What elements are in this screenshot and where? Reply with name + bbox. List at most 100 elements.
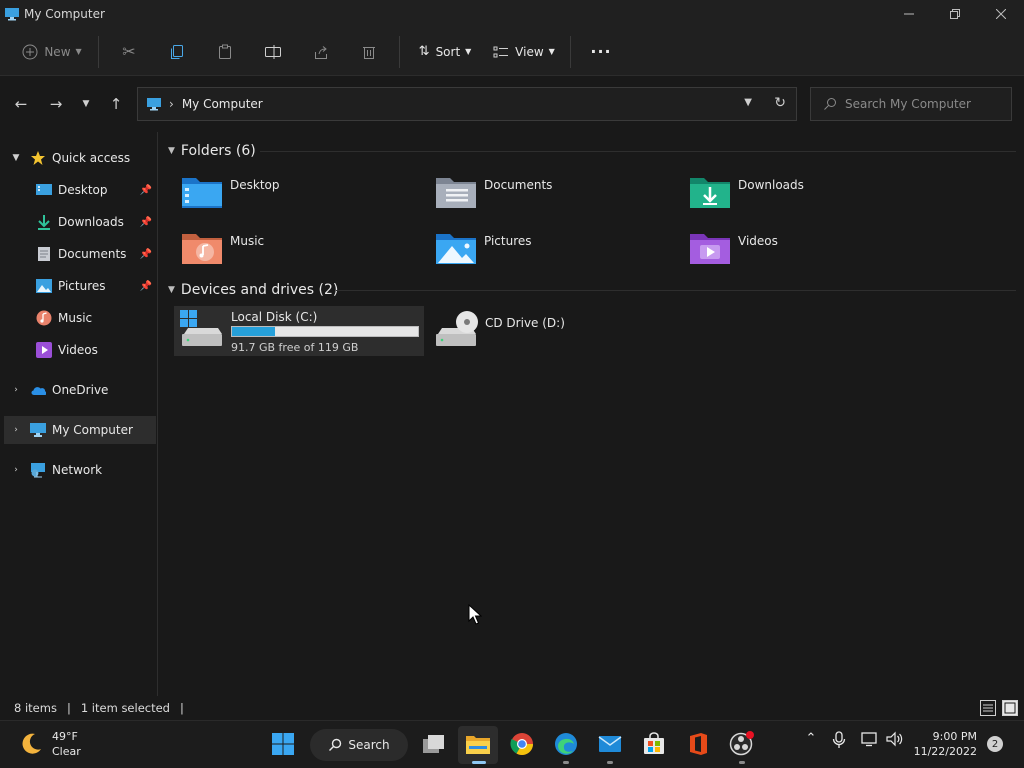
new-button-label: New [44, 44, 71, 59]
chevron-down-icon[interactable]: ▼ [168, 285, 175, 295]
pin-icon[interactable]: 📌 [140, 185, 152, 196]
chevron-down-icon[interactable]: ▼ [168, 146, 175, 156]
forward-button[interactable]: → [44, 92, 68, 116]
back-button[interactable]: ← [9, 92, 33, 116]
folder-pictures[interactable]: Pictures [428, 224, 678, 274]
sidebar-item-my-computer[interactable]: › My Computer [4, 416, 156, 444]
task-view-button[interactable] [421, 731, 447, 757]
separator [570, 35, 571, 68]
new-button[interactable]: New ▼ [12, 36, 92, 68]
folder-documents[interactable]: Documents [428, 168, 678, 218]
chevron-right-icon[interactable]: › [8, 465, 24, 475]
chrome-taskbar-button[interactable] [509, 731, 535, 757]
computer-icon [30, 422, 46, 438]
search-icon [329, 738, 342, 751]
obs-taskbar-button[interactable] [729, 731, 755, 757]
sidebar-item-pictures[interactable]: Pictures 📌 [12, 272, 156, 300]
restore-button[interactable] [932, 0, 978, 28]
file-explorer-taskbar-button[interactable] [465, 731, 491, 757]
folders-group-header[interactable]: ▼ Folders (6) [168, 140, 256, 162]
breadcrumb-separator-icon[interactable]: › [169, 97, 174, 111]
chevron-right-icon[interactable]: › [8, 425, 24, 435]
arrow-right-icon: → [49, 95, 63, 113]
weather-description: Clear [52, 745, 81, 758]
view-button[interactable]: View ▼ [484, 36, 564, 68]
weather-widget[interactable]: 49°F Clear [18, 729, 81, 759]
videos-folder-icon [690, 234, 730, 264]
drive-cd-d[interactable]: CD Drive (D:) [428, 306, 678, 356]
search-box[interactable] [810, 87, 1012, 121]
folder-downloads[interactable]: Downloads [682, 168, 932, 218]
sidebar-item-label: Music [58, 311, 93, 325]
start-button[interactable] [270, 731, 296, 757]
office-taskbar-button[interactable] [685, 731, 711, 757]
show-hidden-icons-button[interactable]: ⌃ [801, 731, 821, 746]
running-indicator [563, 761, 569, 764]
chevron-down-icon[interactable]: ▼ [8, 153, 24, 163]
folder-label: Pictures [484, 234, 532, 248]
sidebar-item-onedrive[interactable]: › OneDrive [4, 376, 156, 404]
tiles-view-button[interactable] [1002, 700, 1018, 716]
edge-taskbar-button[interactable] [553, 731, 579, 757]
taskbar-search-button[interactable]: Search [310, 729, 408, 761]
share-button[interactable] [297, 36, 345, 68]
breadcrumb-my-computer[interactable]: My Computer [182, 97, 263, 111]
computer-icon [5, 8, 19, 21]
delete-button[interactable] [345, 36, 393, 68]
sort-button[interactable]: ⇅ Sort ▼ [406, 36, 484, 68]
more-options-button[interactable]: ··· [577, 36, 625, 68]
clock[interactable]: 9:00 PM 11/22/2022 [914, 729, 977, 759]
drive-local-disk-c[interactable]: Local Disk (C:) 91.7 GB free of 119 GB [174, 306, 424, 356]
pin-icon[interactable]: 📌 [140, 217, 152, 228]
divider [260, 151, 1016, 152]
folder-music[interactable]: Music [174, 224, 424, 274]
pin-icon[interactable]: 📌 [140, 249, 152, 260]
notification-badge[interactable]: 2 [987, 736, 1003, 752]
separator [98, 35, 99, 68]
search-input[interactable] [845, 97, 1005, 111]
copy-icon [171, 44, 183, 59]
address-bar[interactable]: › My Computer ▼ ↻ [137, 87, 797, 121]
network-status-button[interactable] [860, 731, 880, 751]
videos-icon [36, 342, 52, 358]
search-icon [824, 98, 836, 110]
folder-label: Documents [484, 178, 553, 192]
drives-group-header[interactable]: ▼ Devices and drives (2) [168, 279, 338, 301]
more-icon: ··· [590, 42, 612, 61]
address-dropdown-button[interactable]: ▼ [744, 97, 752, 108]
refresh-button[interactable]: ↻ [774, 95, 786, 111]
rename-button[interactable] [249, 36, 297, 68]
downloads-folder-icon [690, 178, 730, 208]
microphone-button[interactable] [829, 731, 849, 753]
recent-locations-button[interactable]: ▼ [74, 92, 98, 116]
pictures-folder-icon [436, 234, 476, 264]
close-button[interactable] [978, 0, 1024, 28]
chevron-right-icon[interactable]: › [8, 385, 24, 395]
store-taskbar-button[interactable] [641, 731, 667, 757]
sidebar-item-videos[interactable]: Videos [12, 336, 156, 364]
folder-videos[interactable]: Videos [682, 224, 932, 274]
moon-icon [22, 733, 41, 754]
folder-label: Downloads [738, 178, 804, 192]
paste-button[interactable] [201, 36, 249, 68]
network-status-icon [861, 732, 877, 747]
sidebar-item-music[interactable]: Music [12, 304, 156, 332]
music-folder-icon [182, 234, 222, 264]
minimize-button[interactable] [886, 0, 932, 28]
mail-taskbar-button[interactable] [597, 731, 623, 757]
sidebar-item-network[interactable]: › Network [4, 456, 156, 484]
sidebar-item-desktop[interactable]: Desktop 📌 [12, 176, 156, 204]
sidebar-item-downloads[interactable]: Downloads 📌 [12, 208, 156, 236]
details-view-button[interactable] [980, 700, 996, 716]
volume-button[interactable] [885, 731, 905, 751]
folder-desktop[interactable]: Desktop [174, 168, 424, 218]
up-button[interactable]: ↑ [104, 92, 128, 116]
copy-button[interactable] [153, 36, 201, 68]
item-count: 8 items [14, 701, 57, 715]
cut-button[interactable]: ✂ [105, 36, 153, 68]
sidebar-item-quick-access[interactable]: ▼ Quick access [4, 144, 156, 172]
sidebar-item-documents[interactable]: Documents 📌 [12, 240, 156, 268]
obs-icon [729, 731, 754, 756]
weather-temperature: 49°F [52, 730, 78, 743]
pin-icon[interactable]: 📌 [140, 281, 152, 292]
